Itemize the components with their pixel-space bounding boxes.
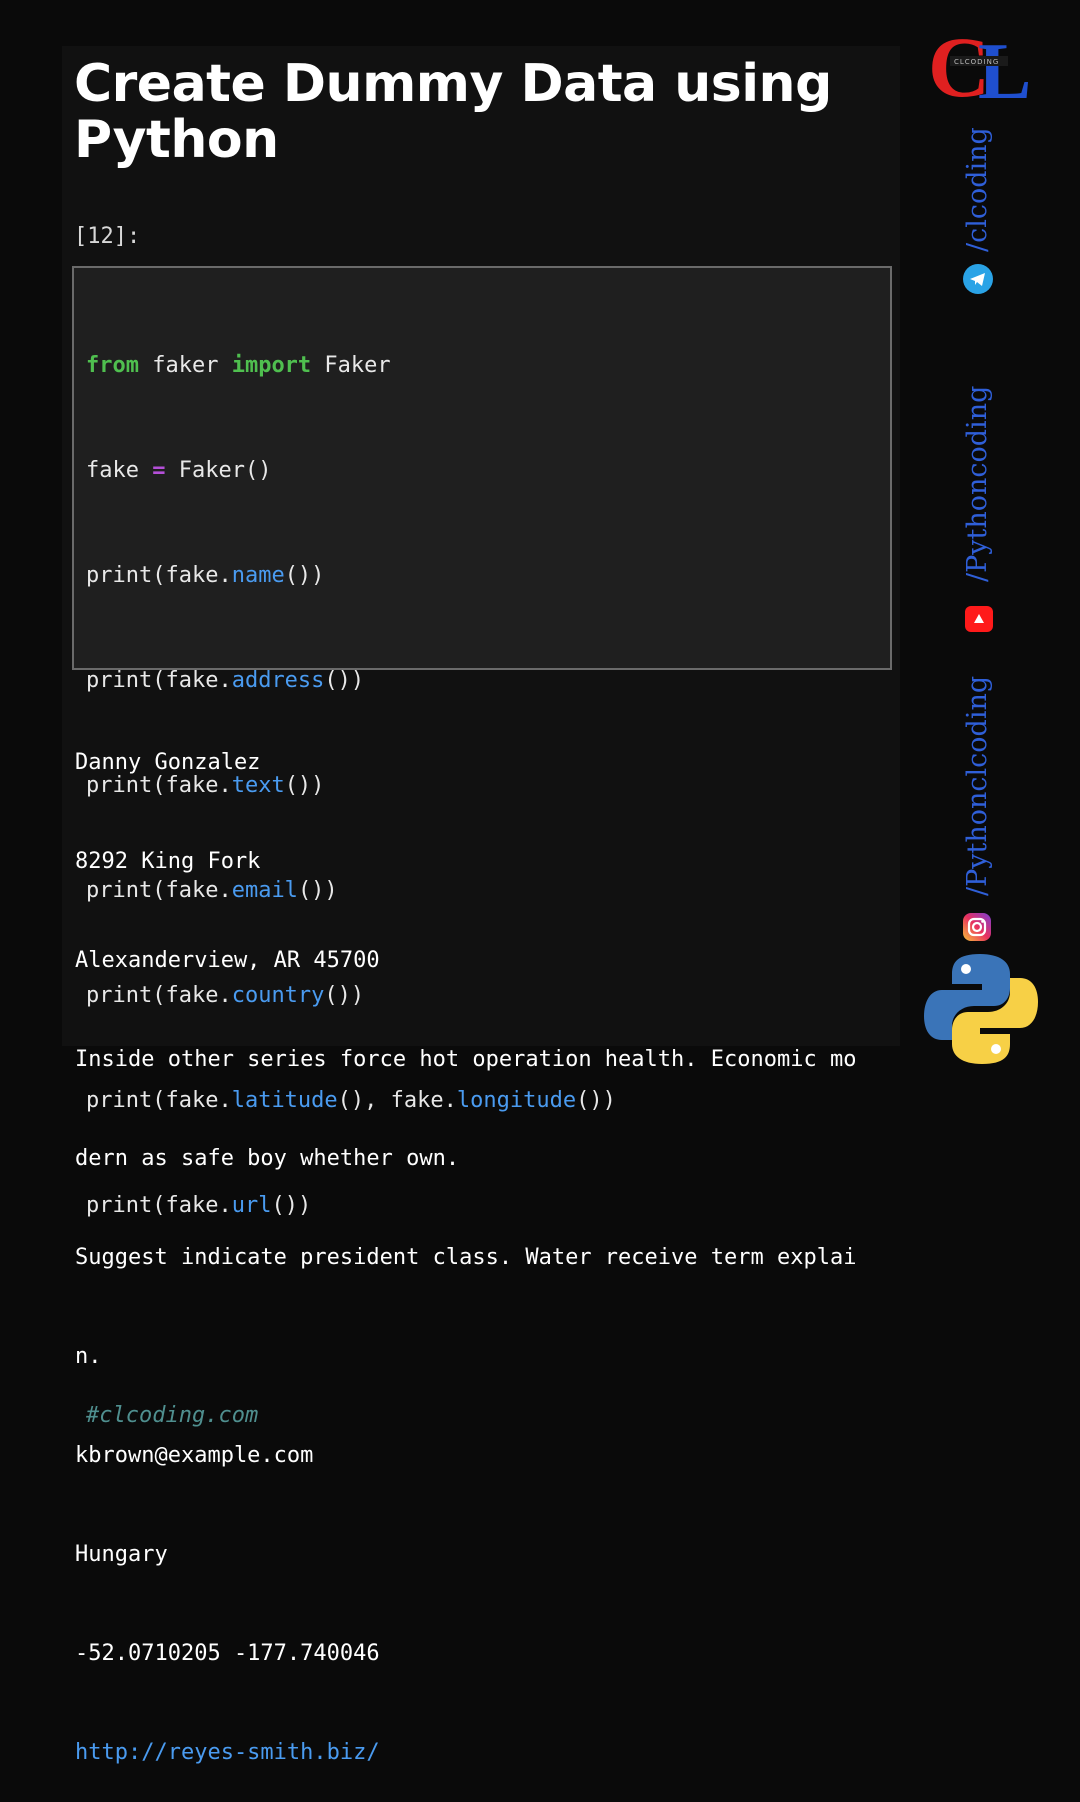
clcoding-logo: C L CLCODING <box>928 24 1031 102</box>
code-text: Faker() <box>165 458 272 483</box>
output-line: kbrown@example.com <box>75 1443 314 1468</box>
code-text: Faker <box>311 353 391 378</box>
code-text: print(fake. <box>86 563 232 588</box>
youtube-icon[interactable] <box>964 604 994 634</box>
output-line: Inside other series force hot operation … <box>75 1047 857 1072</box>
output-line: Danny Gonzalez <box>75 750 261 775</box>
code-text: fake <box>86 458 153 483</box>
telegram-icon[interactable] <box>963 264 993 294</box>
output-line: -52.0710205 -177.740046 <box>75 1641 380 1666</box>
page-title: Create Dummy Data using Python <box>74 54 832 170</box>
output-line: 8292 King Fork <box>75 849 261 874</box>
code-text: faker <box>138 353 232 378</box>
instagram-handle[interactable]: /Pythonclcoding <box>962 676 993 896</box>
code-line: fake = Faker() <box>86 453 878 488</box>
logo-subtext: CLCODING <box>954 58 999 66</box>
output-line: n. <box>75 1344 102 1369</box>
output-line: Alexanderview, AR 45700 <box>75 948 380 973</box>
keyword-import: import <box>231 353 312 378</box>
cell-output: Danny Gonzalez 8292 King Fork Alexanderv… <box>75 680 895 1802</box>
output-link[interactable]: http://reyes-smith.biz/ <box>75 1736 895 1769</box>
code-cell[interactable]: from faker import Faker fake = Faker() p… <box>72 266 892 1428</box>
code-text: ()) <box>284 563 325 588</box>
instagram-icon[interactable] <box>962 912 992 942</box>
code-line: from faker import Faker <box>86 348 878 383</box>
output-line: dern as safe boy whether own. <box>75 1146 460 1171</box>
output-line: Suggest indicate president class. Water … <box>75 1245 857 1270</box>
output-line: Hungary <box>75 1542 168 1567</box>
youtube-handle[interactable]: /Pythoncoding <box>962 386 993 582</box>
keyword-from: from <box>86 353 139 378</box>
python-logo-icon <box>924 954 1038 1064</box>
telegram-handle[interactable]: /clcoding <box>962 127 993 252</box>
assign-operator: = <box>152 458 166 483</box>
cell-prompt: [12]: <box>74 224 141 249</box>
method-name: name <box>231 563 285 588</box>
code-line: print(fake.name()) <box>86 558 878 593</box>
